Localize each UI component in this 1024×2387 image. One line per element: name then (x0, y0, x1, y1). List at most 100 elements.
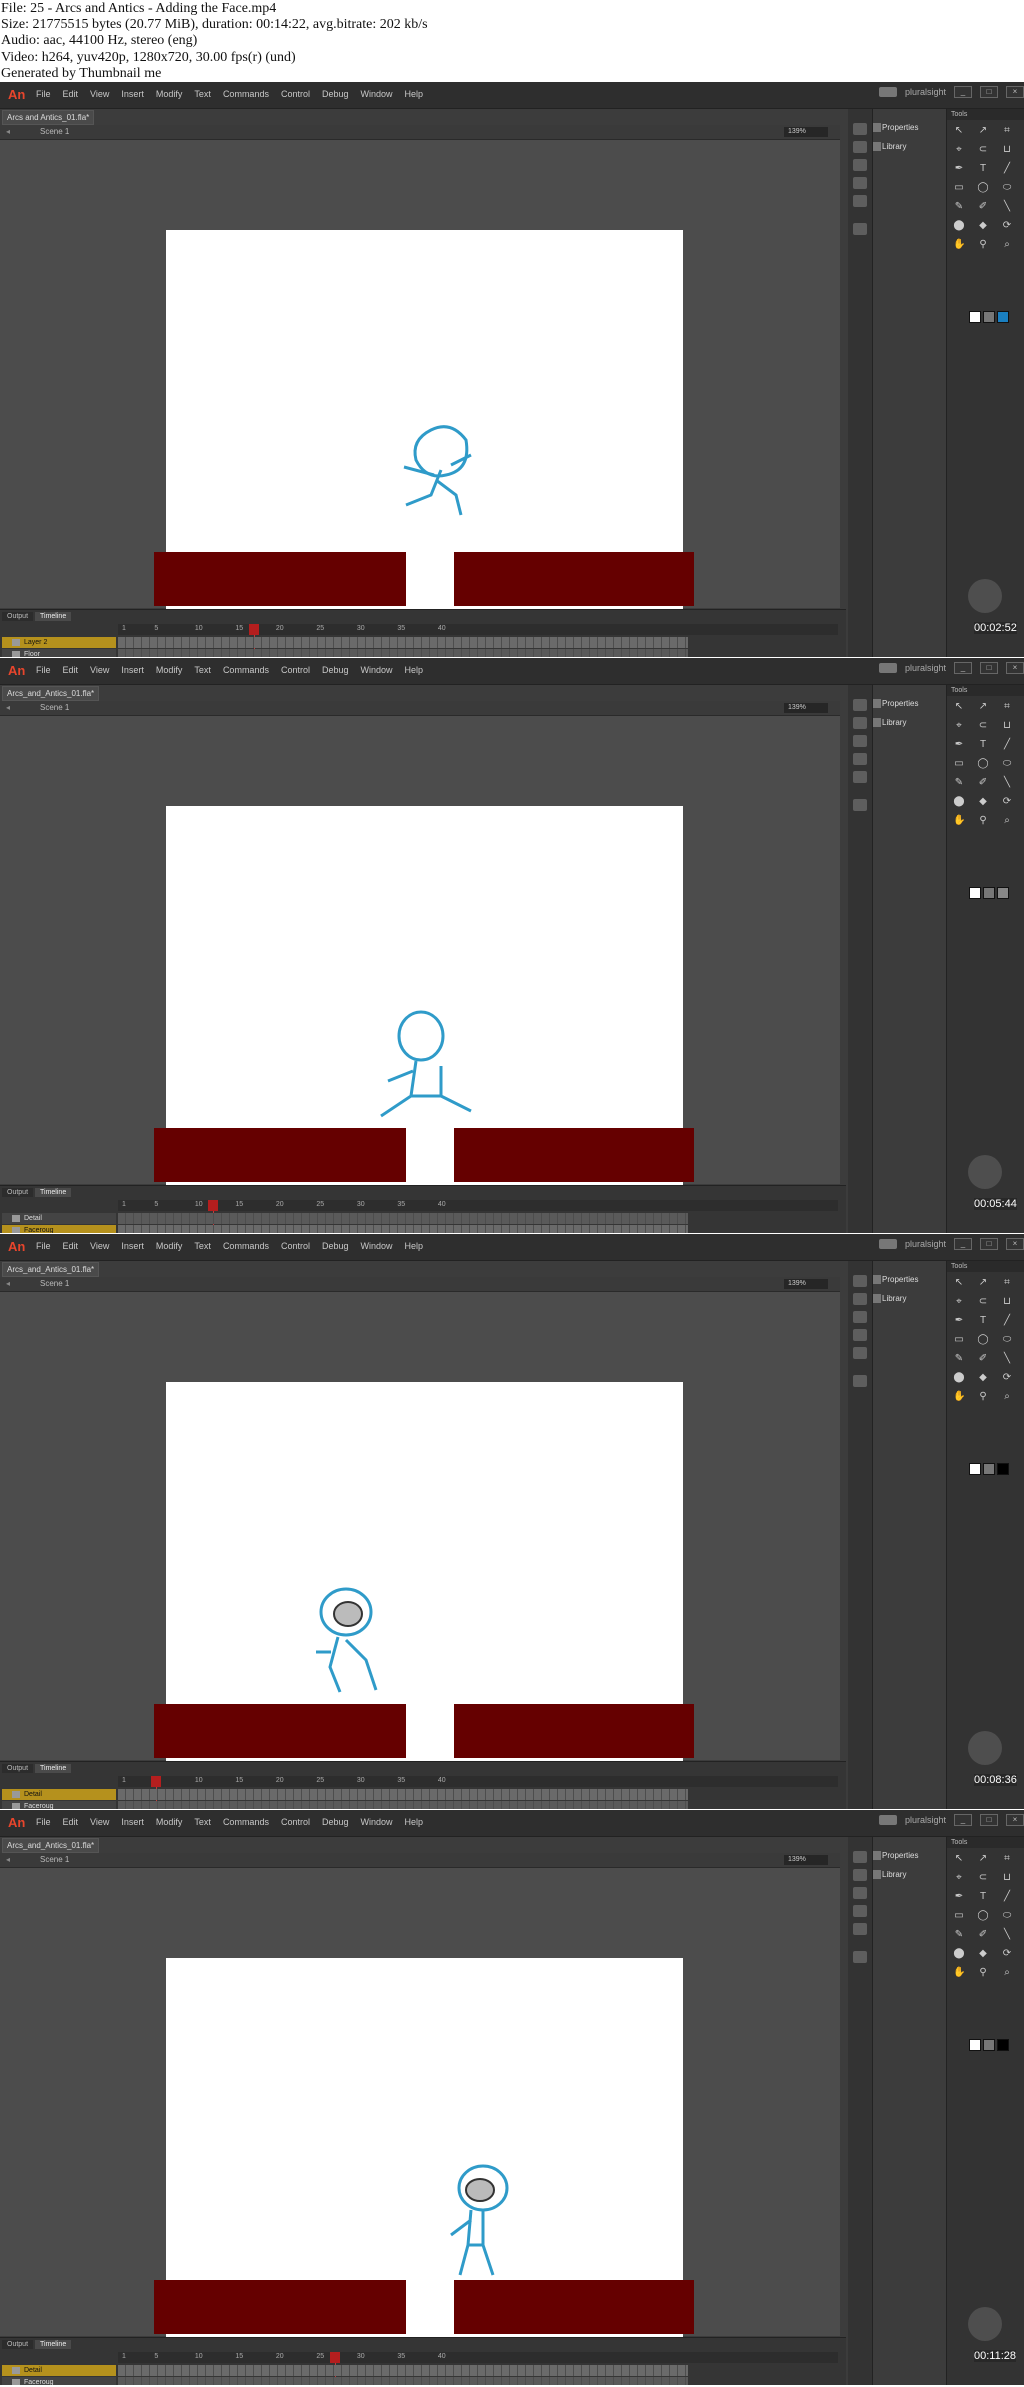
tool-icon[interactable]: ⊂ (977, 144, 989, 155)
menu-debug[interactable]: Debug (322, 89, 349, 99)
menu-modify[interactable]: Modify (156, 89, 183, 99)
zoom-select[interactable]: 139% (784, 127, 828, 137)
tool-icon[interactable]: ⌕ (1001, 1967, 1013, 1978)
menu-window[interactable]: Window (361, 1817, 393, 1827)
maximize-button[interactable]: □ (980, 1238, 998, 1250)
timeline-layer[interactable]: Floor (2, 649, 116, 657)
layer-frames-lane[interactable] (118, 649, 688, 657)
tool-icon[interactable]: ⬤ (953, 220, 965, 231)
close-button[interactable]: × (1006, 1814, 1024, 1826)
tool-icon[interactable]: ◯ (977, 758, 989, 769)
menu-debug[interactable]: Debug (322, 1241, 349, 1251)
workspace-icon[interactable] (878, 1239, 897, 1249)
maximize-button[interactable]: □ (980, 662, 998, 674)
minimize-button[interactable]: _ (954, 1814, 972, 1826)
document-tab[interactable]: Arcs and Antics_01.fla* (2, 110, 95, 125)
panel-dock-icon[interactable] (853, 123, 867, 135)
fill-color-swatch[interactable] (983, 887, 995, 899)
panel-dock-icon[interactable] (853, 699, 867, 711)
tool-icon[interactable]: ⟳ (1001, 1372, 1013, 1383)
tool-icon[interactable]: ✋ (953, 239, 965, 250)
zoom-select[interactable]: 139% (784, 703, 828, 713)
tool-icon[interactable]: ⌖ (953, 144, 965, 155)
tool-icon[interactable]: ↗ (977, 701, 989, 712)
tool-icon[interactable]: ✒ (953, 739, 965, 750)
document-tab[interactable]: Arcs_and_Antics_01.fla* (2, 1262, 100, 1277)
back-arrow-icon[interactable]: ◂ (6, 1855, 10, 1864)
maximize-button[interactable]: □ (980, 1814, 998, 1826)
back-arrow-icon[interactable]: ◂ (6, 703, 10, 712)
tool-icon[interactable]: ✐ (977, 201, 989, 212)
tab-timeline[interactable]: Timeline (35, 1764, 72, 1773)
tool-icon[interactable]: ◯ (977, 1910, 989, 1921)
tool-icon[interactable]: ◆ (977, 1372, 989, 1383)
menu-text[interactable]: Text (194, 89, 211, 99)
menu-edit[interactable]: Edit (63, 89, 79, 99)
menu-control[interactable]: Control (281, 665, 310, 675)
close-button[interactable]: × (1006, 662, 1024, 674)
tool-icon[interactable]: T (977, 739, 989, 750)
menu-insert[interactable]: Insert (121, 1241, 144, 1251)
timeline-layer[interactable]: Detail (2, 1789, 116, 1800)
tool-icon[interactable]: ✎ (953, 201, 965, 212)
back-arrow-icon[interactable]: ◂ (6, 127, 10, 136)
panel-dock-icon[interactable] (853, 141, 867, 153)
timeline-layer[interactable]: Detail (2, 1213, 116, 1224)
workspace-icon[interactable] (878, 663, 897, 673)
workspace-icon[interactable] (878, 87, 897, 97)
timeline-layer[interactable]: Faceroug (2, 2377, 116, 2385)
color-swatch[interactable] (997, 887, 1009, 899)
tool-icon[interactable]: ⚲ (977, 239, 989, 250)
menu-commands[interactable]: Commands (223, 1241, 269, 1251)
tool-icon[interactable]: ▭ (953, 1910, 965, 1921)
tool-icon[interactable]: ╲ (1001, 777, 1013, 788)
tool-icon[interactable]: ⌗ (1001, 701, 1013, 712)
panel-dock-icon[interactable] (853, 799, 867, 811)
tool-icon[interactable]: ╱ (1001, 1315, 1013, 1326)
tool-icon[interactable]: ╲ (1001, 201, 1013, 212)
minimize-button[interactable]: _ (954, 86, 972, 98)
panel-dock-icon[interactable] (853, 1347, 867, 1359)
menu-view[interactable]: View (90, 1241, 109, 1251)
tool-icon[interactable]: ✋ (953, 1391, 965, 1402)
tool-icon[interactable]: ◯ (977, 182, 989, 193)
tool-icon[interactable]: T (977, 1315, 989, 1326)
tool-icon[interactable]: ⊔ (1001, 720, 1013, 731)
tool-icon[interactable]: T (977, 163, 989, 174)
panel-library[interactable]: Library (882, 142, 906, 151)
layer-frames-lane[interactable] (118, 2365, 688, 2376)
menu-view[interactable]: View (90, 1817, 109, 1827)
panel-dock-icon[interactable] (853, 195, 867, 207)
tab-timeline[interactable]: Timeline (35, 612, 72, 621)
layer-frames-lane[interactable] (118, 637, 688, 648)
timeline-layer[interactable]: Detail (2, 2365, 116, 2376)
tool-icon[interactable]: ✎ (953, 1353, 965, 1364)
panel-dock-icon[interactable] (853, 1375, 867, 1387)
panel-dock-icon[interactable] (853, 223, 867, 235)
tool-icon[interactable]: ⚲ (977, 815, 989, 826)
tool-icon[interactable]: ↗ (977, 1853, 989, 1864)
tool-icon[interactable]: ⌗ (1001, 1277, 1013, 1288)
panel-dock-icon[interactable] (853, 1329, 867, 1341)
frame-ruler[interactable]: 1510152025303540 (118, 1200, 838, 1233)
zoom-select[interactable]: 139% (784, 1855, 828, 1865)
zoom-select[interactable]: 139% (784, 1279, 828, 1289)
panel-dock-icon[interactable] (853, 753, 867, 765)
layer-frames-lane[interactable] (118, 1801, 688, 1809)
tool-icon[interactable]: ✎ (953, 1929, 965, 1940)
panel-properties[interactable]: Properties (882, 699, 918, 708)
timeline-layer[interactable]: Faceroug (2, 1801, 116, 1809)
tool-icon[interactable]: ⌗ (1001, 1853, 1013, 1864)
tab-output[interactable]: Output (2, 612, 34, 621)
stroke-color-swatch[interactable] (969, 1463, 981, 1475)
tool-icon[interactable]: ↖ (953, 125, 965, 136)
timeline-layer[interactable]: Faceroug (2, 1225, 116, 1233)
tool-icon[interactable]: ⚲ (977, 1391, 989, 1402)
layer-frames-lane[interactable] (118, 1213, 688, 1224)
menu-text[interactable]: Text (194, 665, 211, 675)
tool-icon[interactable]: ⌖ (953, 720, 965, 731)
panel-library[interactable]: Library (882, 718, 906, 727)
frame-ruler[interactable]: 1510152025303540 (118, 624, 838, 657)
tool-icon[interactable]: ⬭ (1001, 1910, 1013, 1921)
panel-properties[interactable]: Properties (882, 123, 918, 132)
